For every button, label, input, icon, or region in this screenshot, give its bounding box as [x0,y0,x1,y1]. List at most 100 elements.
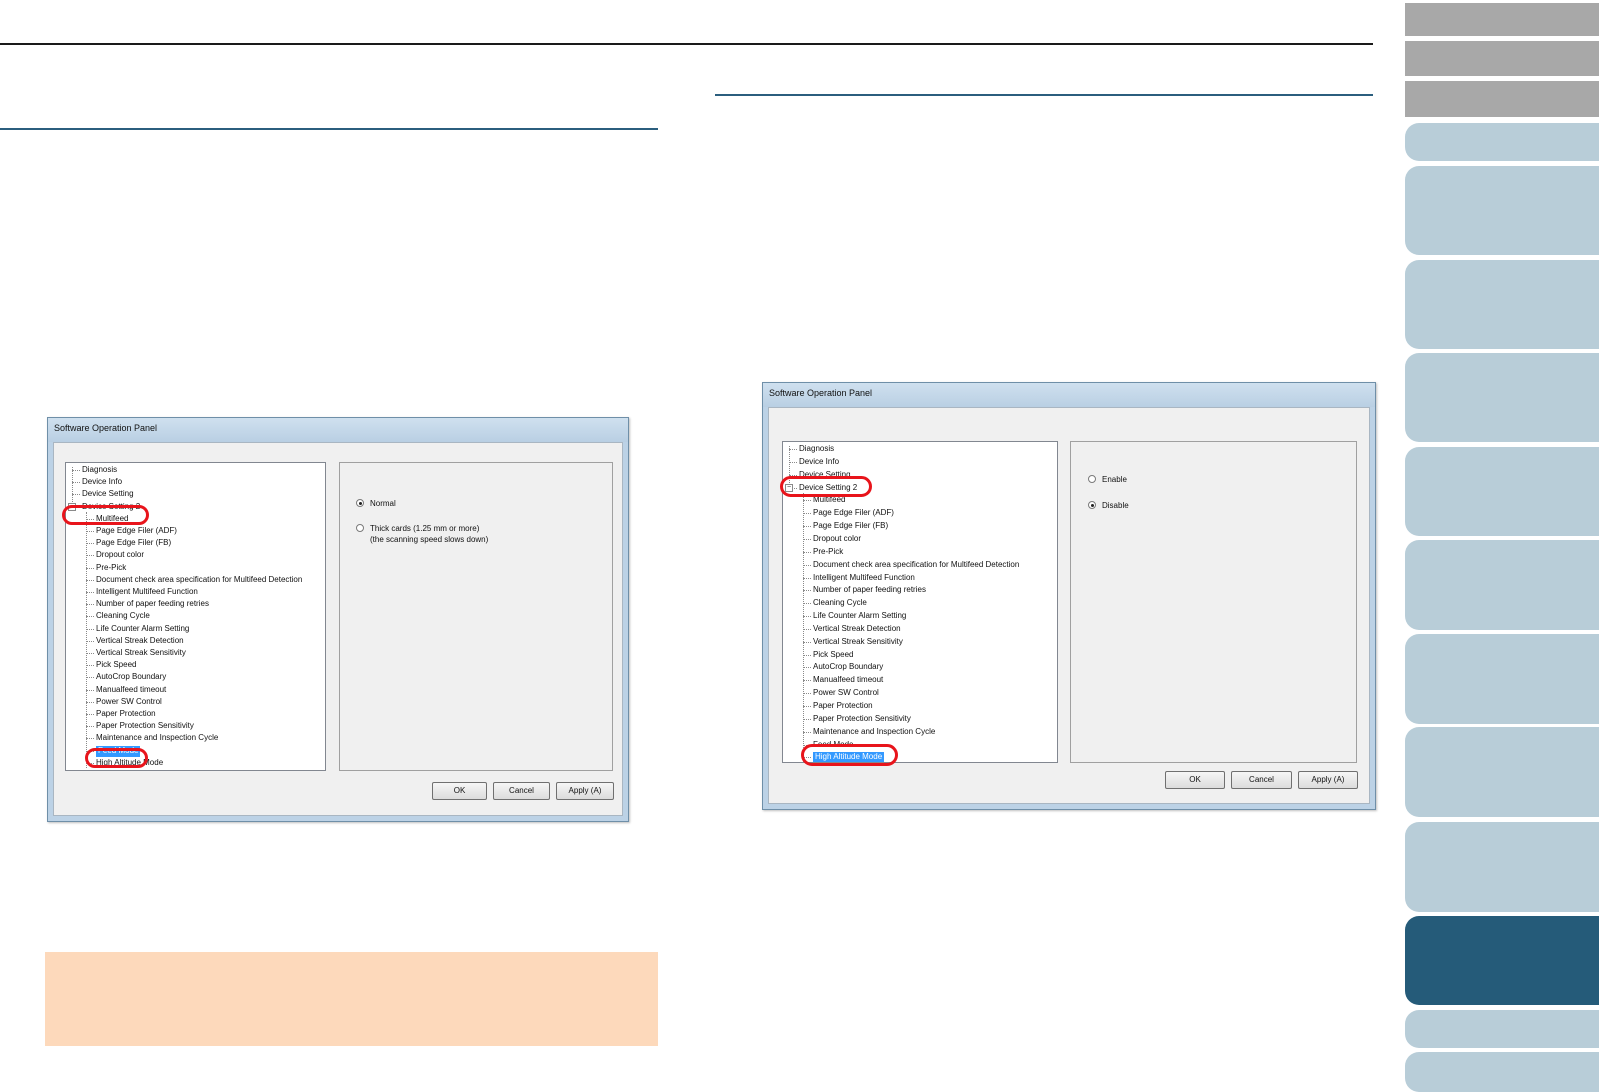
tree-item[interactable]: Manualfeed timeout [96,685,166,696]
tree-connector [86,579,94,581]
tree-item[interactable]: Vertical Streak Sensitivity [813,637,903,648]
radio-thick-cards[interactable] [356,524,364,532]
tree-item[interactable]: Pick Speed [813,650,853,661]
tree-item[interactable]: Diagnosis [799,444,834,455]
tree-connector [803,718,811,720]
option-normal[interactable]: Normal [356,498,396,509]
option-disable-label: Disable [1102,501,1129,510]
tree-connector [803,538,811,540]
tree-item[interactable]: Page Edge Filer (FB) [96,538,171,549]
highlight-feed-mode-left [85,748,148,768]
tree-item[interactable]: Vertical Streak Sensitivity [96,648,186,659]
cancel-button[interactable]: Cancel [1231,771,1292,789]
tree-item[interactable]: Intelligent Multifeed Function [96,587,198,598]
nav-tab-14[interactable] [1405,1010,1599,1048]
tree-item[interactable]: Paper Protection Sensitivity [96,721,194,732]
tree-item[interactable]: Life Counter Alarm Setting [96,624,189,635]
tree-connector [803,693,811,695]
tree-item[interactable]: Cleaning Cycle [96,611,150,622]
tree-connector [86,616,94,618]
tree-item[interactable]: Pick Speed [96,660,136,671]
tree-item[interactable]: Diagnosis [82,465,117,476]
settings-options-panel: Normal Thick cards (1.25 mm or more) (th… [339,462,613,771]
nav-tab-11[interactable] [1405,727,1599,817]
option-enable[interactable]: Enable [1088,474,1127,485]
radio-normal[interactable] [356,499,364,507]
nav-tab-6[interactable] [1405,260,1599,349]
tree-item[interactable]: Document check area specification for Mu… [96,575,302,586]
tree-item[interactable]: Vertical Streak Detection [813,624,901,635]
tree-connector [86,555,94,557]
tree-item[interactable]: Device Info [799,457,839,468]
tree-item[interactable]: Cleaning Cycle [813,598,867,609]
highlight-device-setting-2-right [780,476,872,497]
tree-item[interactable]: Number of paper feeding retries [96,599,209,610]
tree-item[interactable]: AutoCrop Boundary [813,662,883,673]
tree-item[interactable]: Maintenance and Inspection Cycle [813,727,935,738]
apply-button[interactable]: Apply (A) [1298,771,1358,789]
tree-item[interactable]: AutoCrop Boundary [96,672,166,683]
nav-tab-5[interactable] [1405,166,1599,255]
tree-item[interactable]: Intelligent Multifeed Function [813,573,915,584]
tree-connector [803,654,811,656]
tree-connector [86,665,94,667]
nav-tab-7[interactable] [1405,353,1599,442]
radio-enable[interactable] [1088,475,1096,483]
tree-item[interactable]: Life Counter Alarm Setting [813,611,906,622]
nav-tab-2[interactable] [1405,41,1599,76]
nav-tab-13[interactable] [1405,916,1599,1005]
tree-connector [86,604,94,606]
tree-item[interactable]: Document check area specification for Mu… [813,560,1019,571]
tree-item[interactable]: Device Setting [82,489,134,500]
nav-tab-15[interactable] [1405,1052,1599,1092]
nav-tab-12[interactable] [1405,822,1599,912]
apply-button[interactable]: Apply (A) [556,782,614,800]
nav-tab-4[interactable] [1405,123,1599,161]
tree-connector [803,628,811,630]
tree-connector [86,567,94,569]
tree-connector [803,551,811,553]
tree-item[interactable]: Multifeed [813,495,845,506]
tree-connector [86,714,94,715]
tree-connector [86,726,94,728]
dialog-titlebar[interactable]: Software Operation Panel [48,418,628,442]
tree-item[interactable]: Number of paper feeding retries [813,585,926,596]
tree-connector [803,731,811,733]
tree-item[interactable]: Device Info [82,477,122,488]
tree-connector [803,680,811,682]
tree-item[interactable]: Dropout color [96,550,144,561]
tree-connector [86,701,94,703]
tree-item[interactable]: Paper Protection Sensitivity [813,714,911,725]
tree-connector [803,603,811,605]
tree-item[interactable]: Pre-Pick [813,547,843,558]
tree-connector [86,640,94,642]
tree-item[interactable]: Manualfeed timeout [813,675,883,686]
nav-tab-3[interactable] [1405,81,1599,117]
tree-connector [803,526,811,528]
cancel-button[interactable]: Cancel [493,782,550,800]
tree-item[interactable]: Vertical Streak Detection [96,636,184,647]
dialog-titlebar[interactable]: Software Operation Panel [763,383,1375,407]
nav-tab-10[interactable] [1405,634,1599,724]
ok-button[interactable]: OK [432,782,487,800]
tree-item[interactable]: Power SW Control [96,697,162,708]
tree-item[interactable]: Maintenance and Inspection Cycle [96,733,218,744]
radio-disable[interactable] [1088,501,1096,509]
tree-item[interactable]: Paper Protection [96,709,156,720]
tree-item[interactable]: Power SW Control [813,688,879,699]
tree-item[interactable]: Page Edge Filer (FB) [813,521,888,532]
nav-tab-8[interactable] [1405,447,1599,536]
tree-item[interactable]: Dropout color [813,534,861,545]
tree-item[interactable]: Page Edge Filer (ADF) [96,526,177,537]
nav-tab-1[interactable] [1405,3,1599,36]
ok-button[interactable]: OK [1165,771,1225,789]
option-disable[interactable]: Disable [1088,500,1129,511]
tree-connector [803,641,811,643]
tree-item[interactable]: Pre-Pick [96,563,126,574]
tree-item[interactable]: Paper Protection [813,701,873,712]
tree-item[interactable]: Page Edge Filer (ADF) [813,508,894,519]
manual-page: Software Operation Panel Diagnosis Device… [0,0,1599,1092]
tree-connector [803,590,811,592]
option-thick-cards[interactable]: Thick cards (1.25 mm or more) (the scann… [356,523,488,545]
nav-tab-9[interactable] [1405,540,1599,630]
